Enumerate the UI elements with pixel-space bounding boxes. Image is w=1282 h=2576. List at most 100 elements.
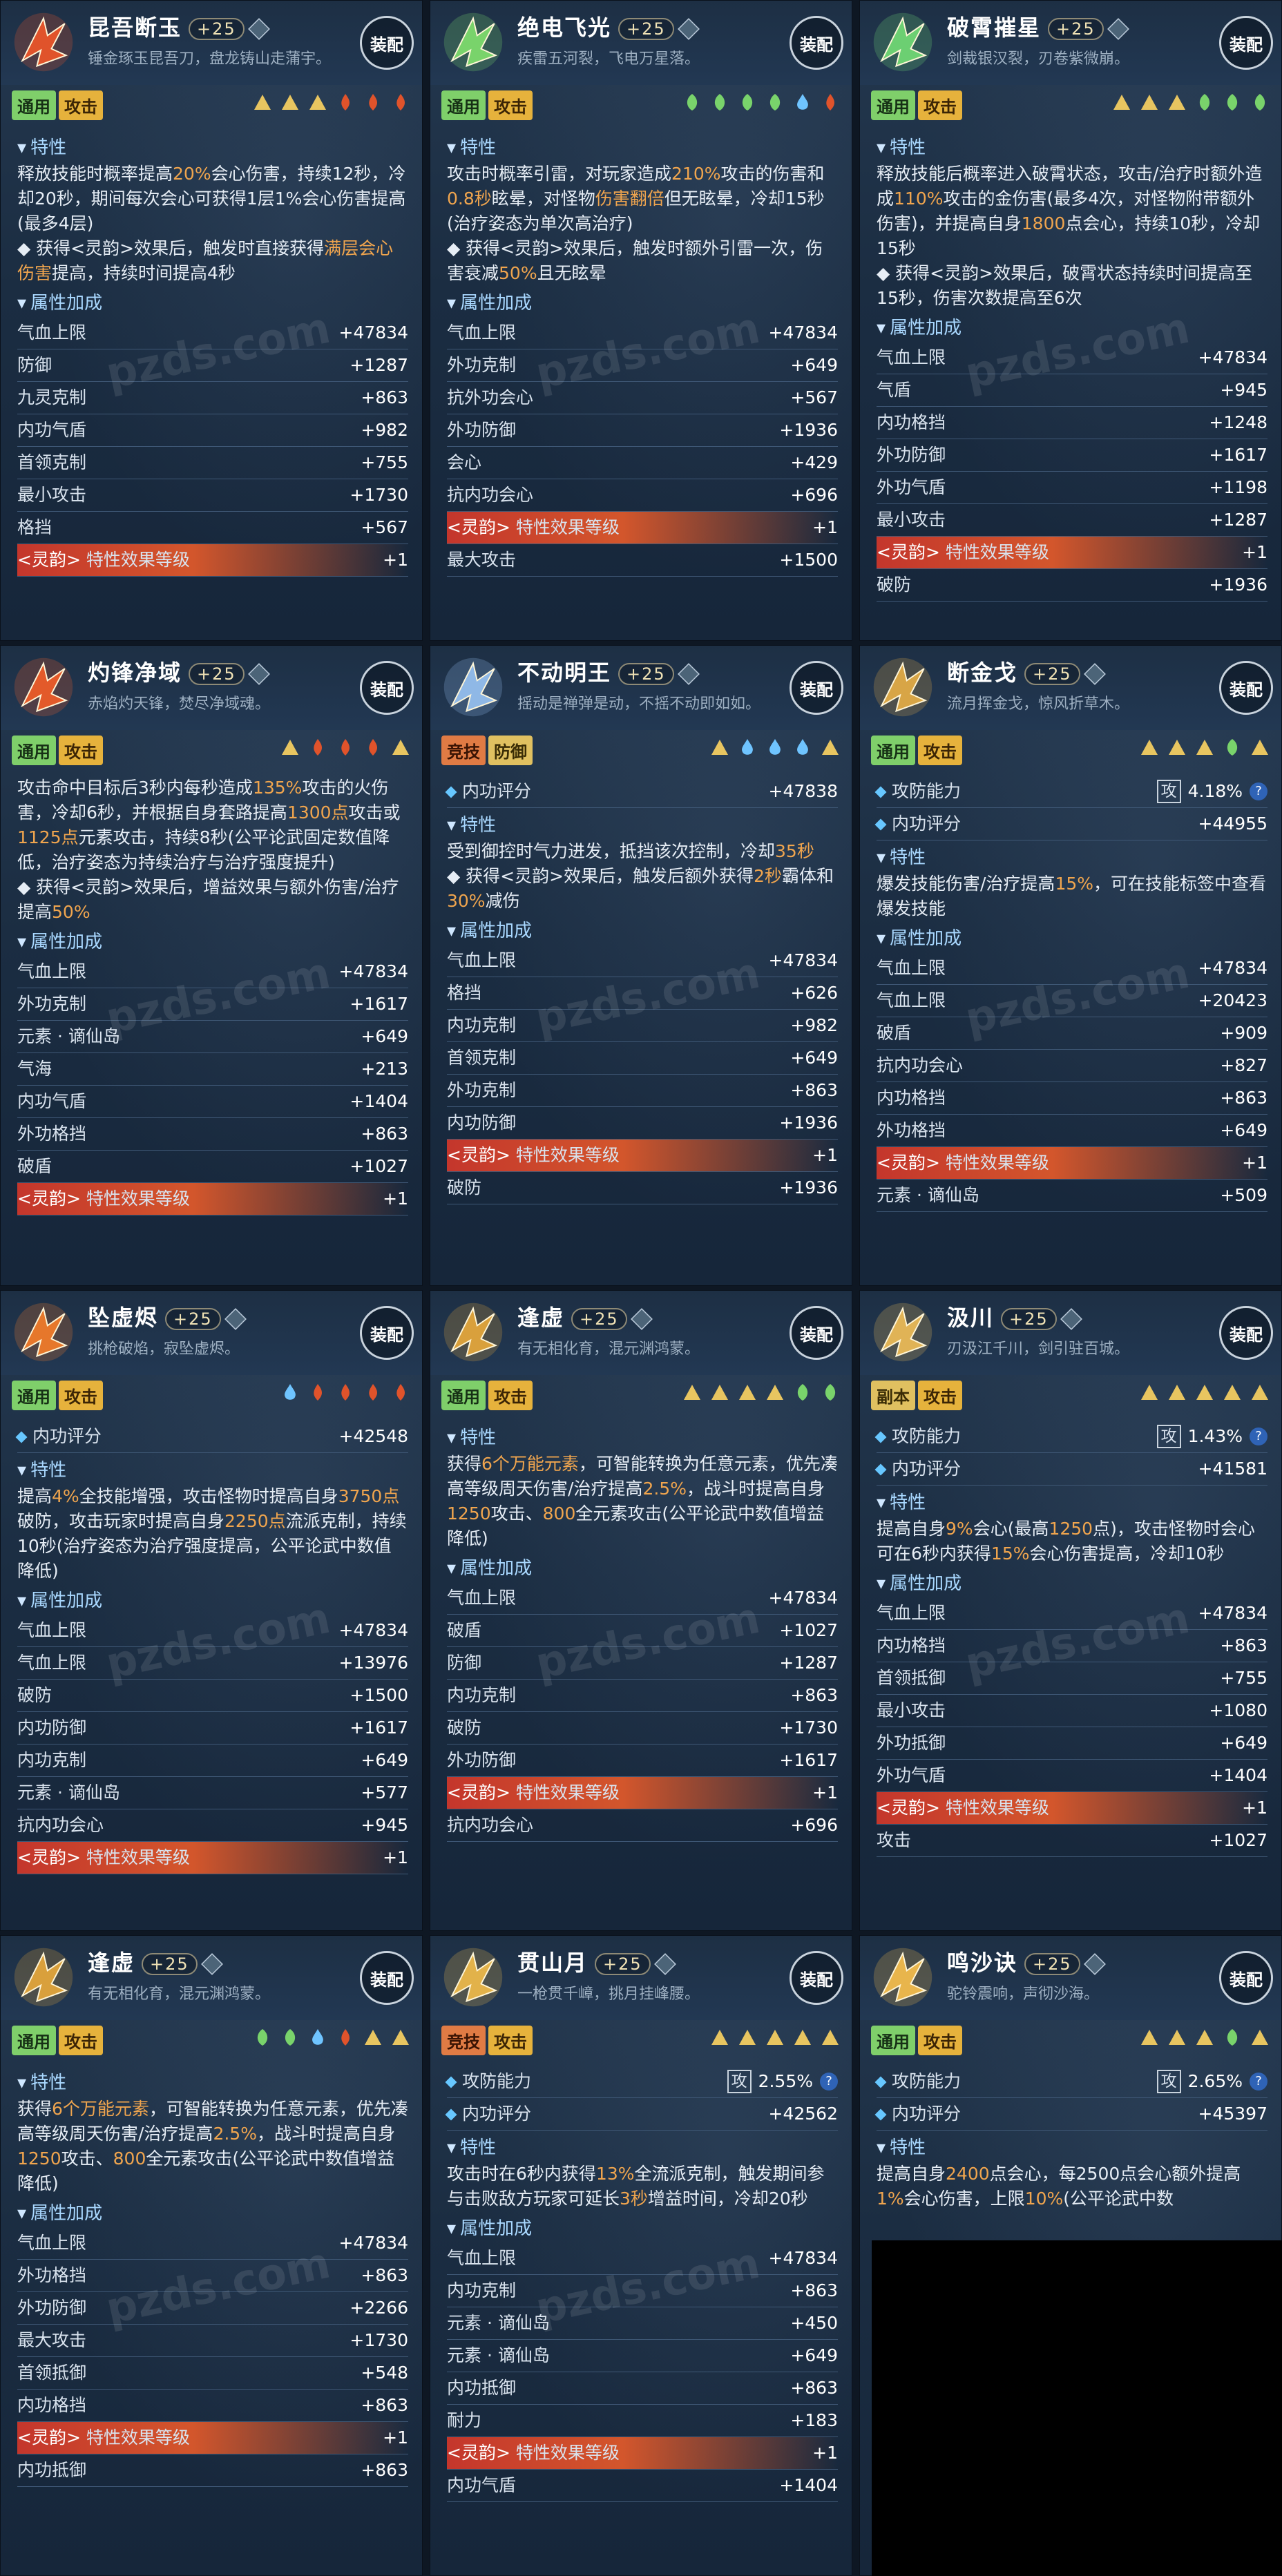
tag-list: 竞技 防御 [441,736,535,765]
trait-text-segment: 受到御控时气力进发，抵挡该次控制，冷却 [447,841,776,861]
tag-orange: 攻击 [488,90,533,120]
collapse-arrow-icon[interactable]: ▾ [17,1460,26,1481]
stat-name: 气血上限 [877,990,946,1010]
stat-name: 元素 · 谪仙岛 [17,1026,120,1046]
collapse-arrow-icon[interactable]: ▾ [447,815,456,836]
collapse-arrow-icon[interactable]: ▾ [17,2073,26,2093]
stat-row: 元素 · 谪仙岛 +649 [17,1021,408,1053]
stat-name: <灵韵> 特性效果等级 [447,1777,620,1809]
section-title: ▾ 属性加成 [447,1554,838,1579]
stat-value: +1936 [1209,575,1267,595]
gem-icon [247,663,270,685]
collapse-arrow-icon[interactable]: ▾ [447,1558,456,1579]
collapse-arrow-icon[interactable]: ▾ [447,2137,456,2158]
equip-button[interactable]: 装配 [360,1951,414,2005]
tag-gold: 防御 [488,736,533,765]
score-name: 内功评分 [445,776,531,807]
equip-button[interactable]: 装配 [1219,1951,1273,2005]
stat-name: 气血上限 [877,1603,946,1623]
help-icon[interactable]: ? [1250,1428,1267,1445]
equip-button[interactable]: 装配 [790,1951,843,2005]
tag-list: 通用 攻击 [871,736,965,765]
collapse-arrow-icon[interactable]: ▾ [877,1573,886,1594]
card-header: 汲川 +25 刃汲江千川，剑引驻百城。 装配 [860,1291,1281,1375]
score-row: 内功评分 +42548 [15,1421,408,1453]
stat-value: +1 [812,1145,838,1165]
highlight-value: 3秒 [620,2189,648,2209]
red-element-icon [335,737,356,758]
collapse-arrow-icon[interactable]: ▾ [17,293,26,314]
equip-button[interactable]: 装配 [1219,661,1273,715]
tag-orange: 攻击 [488,1381,533,1410]
stat-name: <灵韵> 特性效果等级 [877,1792,1049,1824]
collapse-arrow-icon[interactable]: ▾ [877,928,886,949]
element-symbols [1139,1382,1270,1403]
collapse-arrow-icon[interactable]: ▾ [17,1590,26,1611]
help-icon[interactable]: ? [1250,782,1267,800]
equip-button[interactable]: 装配 [790,661,843,715]
highlight-value: 1250 [447,1503,491,1524]
stat-name: 最小攻击 [877,1700,946,1720]
stat-value: +1617 [350,994,408,1014]
gem-icon [200,1953,223,1975]
stat-name: <灵韵> 特性效果等级 [17,1183,190,1215]
stat-value: +1617 [779,1750,838,1770]
stat-value: +1936 [779,420,838,440]
green-element-icon [765,92,785,113]
stat-value: +2266 [350,2298,408,2318]
collapse-arrow-icon[interactable]: ▾ [17,2203,26,2224]
ling-effect-row: <灵韵> 特性效果等级 +1 [17,2422,408,2454]
help-icon[interactable]: ? [820,2073,838,2090]
blue-element-icon [765,737,785,758]
ling-effect-row: <灵韵> 特性效果等级 +1 [447,1777,838,1809]
collapse-arrow-icon[interactable]: ▾ [877,137,886,158]
collapse-arrow-icon[interactable]: ▾ [447,137,456,158]
stat-name: 攻击 [877,1830,912,1850]
section-title-text: 属性加成 [30,1590,103,1611]
collapse-arrow-icon[interactable]: ▾ [447,1428,456,1448]
collapse-arrow-icon[interactable]: ▾ [447,921,456,941]
equip-button[interactable]: 装配 [1219,16,1273,70]
collapse-arrow-icon[interactable]: ▾ [877,1492,886,1513]
ability-percent: 2.55% [758,2071,813,2091]
stat-name: 气血上限 [877,347,946,367]
collapse-arrow-icon[interactable]: ▾ [877,847,886,868]
gold-element-icon [1250,2027,1270,2048]
tag-green: 通用 [12,736,56,765]
golden-spear-icon [867,651,939,723]
gold-element-icon [765,1382,785,1403]
collapse-arrow-icon[interactable]: ▾ [877,2137,886,2158]
highlight-value: 2秒 [754,866,782,886]
help-icon[interactable]: ? [1250,2073,1267,2090]
equip-button[interactable]: 装配 [790,1306,843,1360]
stat-row: 破防 +1500 [17,1680,408,1712]
collapse-arrow-icon[interactable]: ▾ [17,932,26,952]
stat-row: 攻击 +1027 [877,1825,1267,1857]
trait-text: ◆ 获得<灵韵>效果后，破霄状态持续时间提高至15秒，伤害次数提高至6次 [877,261,1267,311]
equip-button[interactable]: 装配 [1219,1306,1273,1360]
equip-button[interactable]: 装配 [360,661,414,715]
ling-effect-row: <灵韵> 特性效果等级 +1 [877,1147,1267,1180]
collapse-arrow-icon[interactable]: ▾ [447,2218,456,2239]
stat-value: +755 [1220,1668,1267,1688]
stat-name: 会心 [447,452,482,472]
diamond-icon [874,786,887,798]
tag-list: 竞技 攻击 [441,2026,535,2055]
collapse-arrow-icon[interactable]: ▾ [17,137,26,158]
equip-button[interactable]: 装配 [360,16,414,70]
stat-name: 首领克制 [17,452,87,472]
section-title: ▾ 属性加成 [447,2214,838,2240]
gold-element-icon [1167,2027,1187,2048]
collapse-arrow-icon[interactable]: ▾ [877,318,886,338]
collapse-arrow-icon[interactable]: ▾ [447,293,456,314]
green-element-icon [792,1382,813,1403]
equip-button[interactable]: 装配 [790,16,843,70]
stat-value: +47834 [338,961,408,981]
item-name-text: 逢虚 [517,1305,565,1331]
tag-green: 通用 [12,2026,56,2055]
red-element-icon [335,2027,356,2048]
equip-button[interactable]: 装配 [360,1306,414,1360]
item-name: 绝电飞光 +25 [517,10,700,42]
gem-icon [677,18,700,40]
ling-effect-row: <灵韵> 特性效果等级 +1 [17,1183,408,1215]
